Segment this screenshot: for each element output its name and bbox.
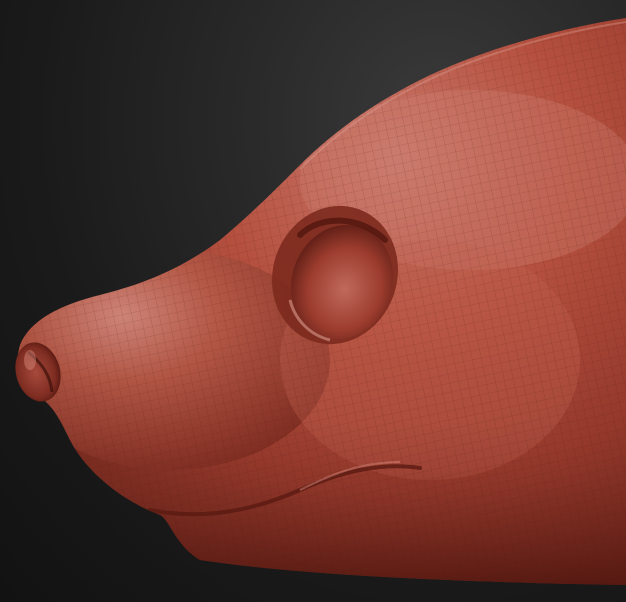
sculpt-viewport[interactable] bbox=[0, 0, 626, 602]
sculpted-head-render bbox=[15, 18, 626, 585]
